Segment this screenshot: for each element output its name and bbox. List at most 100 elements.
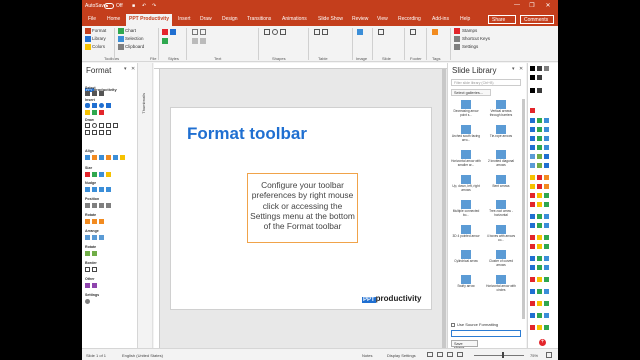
tab-view[interactable]: View — [377, 16, 388, 22]
rotate-icon[interactable] — [92, 219, 97, 224]
rotate-icon[interactable] — [85, 219, 90, 224]
add-color-icon[interactable]: + — [539, 339, 546, 346]
size-icon[interactable] — [106, 172, 111, 177]
tab-add-ins[interactable]: Add-ins — [432, 16, 449, 22]
position-icon[interactable] — [92, 203, 97, 208]
color-swatch[interactable] — [530, 277, 535, 282]
color-swatch[interactable] — [530, 163, 535, 168]
close-button[interactable]: ✕ — [543, 2, 553, 11]
color-swatch[interactable] — [537, 193, 542, 198]
nudge-icon[interactable] — [99, 187, 104, 192]
color-swatch[interactable] — [537, 235, 542, 240]
rotate-icon[interactable] — [85, 251, 90, 256]
color-swatch[interactable] — [544, 145, 549, 150]
color-swatch[interactable] — [544, 184, 549, 189]
format-toolbar-button[interactable]: Format — [92, 28, 106, 33]
color-swatch[interactable] — [544, 136, 549, 141]
close-icon[interactable]: ✕ — [519, 66, 523, 72]
rotate-icon[interactable] — [92, 251, 97, 256]
text-box-icon[interactable] — [200, 29, 206, 35]
size-icon[interactable] — [99, 172, 104, 177]
shape-icon[interactable] — [280, 29, 286, 35]
draw-rectangle-icon[interactable] — [85, 123, 90, 128]
select-icon[interactable] — [99, 91, 104, 96]
rotate-icon[interactable] — [99, 219, 104, 224]
reading-view-icon[interactable] — [447, 352, 453, 357]
arrange-icon[interactable] — [92, 235, 97, 240]
tab-ppt-productivity[interactable]: PPT Productivity — [126, 14, 173, 26]
gallery-item[interactable]: 3D 4 pointed arrow — [450, 224, 482, 245]
color-swatch[interactable] — [530, 127, 535, 132]
slide[interactable]: Format toolbar Configure your toolbar pr… — [170, 107, 432, 310]
notes-button[interactable]: Notes — [362, 353, 372, 358]
color-swatch[interactable] — [537, 184, 542, 189]
restore-button[interactable]: ❐ — [527, 2, 537, 11]
zoom-level[interactable]: 75% — [530, 353, 538, 358]
save-icon[interactable]: ■ — [132, 3, 135, 9]
tab-slide-show[interactable]: Slide Show — [318, 16, 343, 22]
tab-home[interactable]: Home — [107, 16, 120, 22]
slideshow-icon[interactable] — [457, 352, 463, 357]
table-icon[interactable] — [322, 29, 328, 35]
color-swatch[interactable] — [537, 313, 542, 318]
color-swatch[interactable] — [530, 154, 535, 159]
share-button[interactable]: Share — [488, 15, 516, 24]
color-swatch[interactable] — [544, 277, 549, 282]
color-swatch[interactable] — [530, 88, 535, 93]
color-swatch[interactable] — [530, 265, 535, 270]
gallery-item[interactable]: Horizontal arrow with circles — [485, 274, 517, 295]
shortcut-keys-button[interactable]: Shortcut Keys — [462, 36, 490, 41]
tab-animations[interactable]: Animations — [282, 16, 307, 22]
color-swatch[interactable] — [544, 223, 549, 228]
color-swatch[interactable] — [537, 136, 542, 141]
position-icon[interactable] — [85, 203, 90, 208]
color-swatch[interactable] — [544, 325, 549, 330]
tab-file[interactable]: File — [88, 16, 96, 22]
undo-icon[interactable]: ↶ — [142, 3, 146, 9]
close-icon[interactable]: ✕ — [131, 66, 135, 72]
align-icon[interactable] — [106, 155, 111, 160]
checkbox-box[interactable] — [451, 322, 455, 327]
gallery-item[interactable]: Decreasing arrow point s... — [450, 99, 482, 120]
color-swatch[interactable] — [537, 256, 542, 261]
color-swatch[interactable] — [544, 214, 549, 219]
footer-icon[interactable] — [410, 29, 416, 35]
gallery-item[interactable]: Arched south facing arro... — [450, 124, 482, 145]
color-swatch[interactable] — [544, 244, 549, 249]
color-swatch[interactable] — [530, 145, 535, 150]
draw-shape-icon[interactable] — [106, 130, 111, 135]
draw-shape-icon[interactable] — [92, 130, 97, 135]
select-icon[interactable] — [92, 91, 97, 96]
zoom-slider[interactable] — [474, 355, 524, 356]
color-swatch[interactable] — [530, 235, 535, 240]
styles-icon[interactable] — [162, 38, 168, 44]
tab-insert[interactable]: Insert — [178, 16, 191, 22]
thumbnails-pane[interactable]: Thumbnails — [139, 63, 153, 348]
color-swatch[interactable] — [544, 313, 549, 318]
color-swatch[interactable] — [530, 325, 535, 330]
zoom-slider-thumb[interactable] — [502, 352, 504, 358]
tab-draw[interactable]: Draw — [200, 16, 212, 22]
color-swatch[interactable] — [530, 184, 535, 189]
color-swatch[interactable] — [544, 256, 549, 261]
color-swatch[interactable] — [544, 235, 549, 240]
gallery-item[interactable]: Bent arrows — [485, 174, 517, 195]
tags-icon[interactable] — [432, 29, 438, 35]
arrange-icon[interactable] — [85, 235, 90, 240]
color-swatch[interactable] — [537, 289, 542, 294]
slide-sorter-icon[interactable] — [437, 352, 443, 357]
insert-shape-icon[interactable] — [99, 103, 104, 108]
styles-icon[interactable] — [162, 29, 168, 35]
color-swatch[interactable] — [537, 202, 542, 207]
panel-options-icon[interactable]: ▾ — [512, 66, 515, 72]
insert-shape-icon[interactable] — [85, 103, 90, 108]
color-swatch[interactable] — [544, 289, 549, 294]
gallery-item[interactable]: Vertical arrows through barriers — [485, 99, 517, 120]
color-swatch[interactable] — [530, 301, 535, 306]
color-swatch[interactable] — [537, 75, 542, 80]
gear-icon[interactable] — [85, 299, 90, 304]
color-swatch[interactable] — [537, 175, 542, 180]
size-icon[interactable] — [92, 172, 97, 177]
border-icon[interactable] — [85, 267, 90, 272]
color-swatch[interactable] — [530, 75, 535, 80]
